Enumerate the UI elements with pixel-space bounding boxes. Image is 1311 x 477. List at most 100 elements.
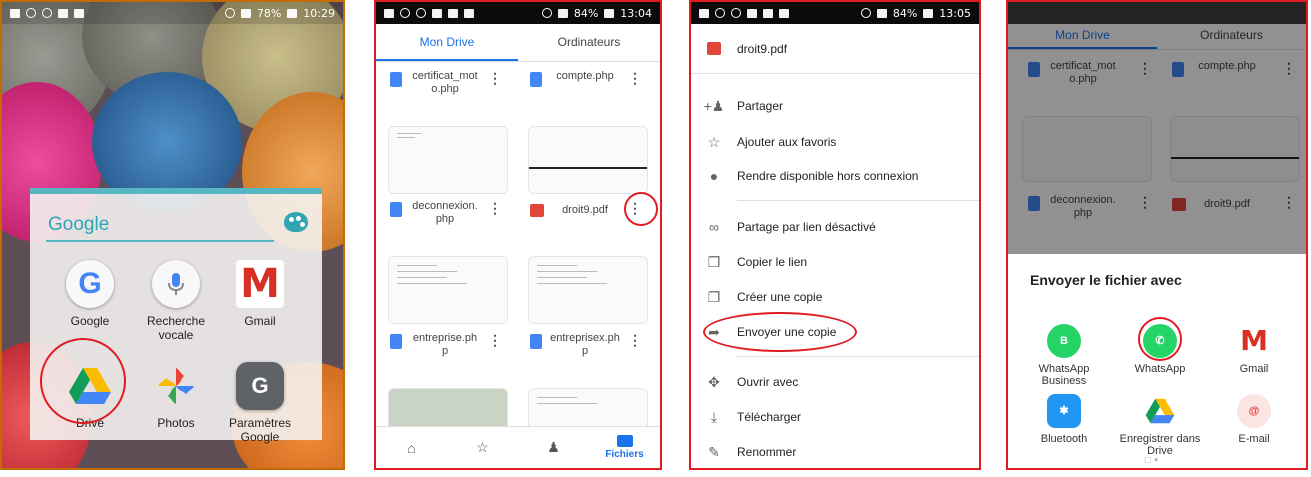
share-target-gmail[interactable]: M Gmail [1212,324,1296,375]
menu-item-partage-lien[interactable]: ∞ Partage par lien désactivé [691,213,979,241]
file-thumbnail[interactable] [528,256,648,324]
app-voice-search[interactable]: Recherche vocale [132,260,220,342]
share-target-whatsapp-business[interactable]: B WhatsApp Business [1022,324,1106,387]
tab-ordinateurs[interactable]: Ordinateurs [518,24,660,61]
google-folder-widget: Google G Google Recherche vocale M Gmail… [30,188,322,444]
share-target-whatsapp[interactable]: ✆ WhatsApp [1118,324,1202,375]
nav-files[interactable]: Fichiers [589,427,660,468]
more-options-icon[interactable]: ⋮ [628,332,642,349]
app-gmail[interactable]: M Gmail [216,260,304,328]
menu-item-hors-connexion[interactable]: ● Rendre disponible hors connexion [691,162,979,190]
share-target-save-drive[interactable]: Enregistrer dans Drive [1118,394,1202,457]
drive-files-panel: 84% 13:04 Mon Drive Ordinateurs certifica… [374,0,662,470]
star-icon: ☆ [707,133,721,150]
person-add-icon: +♟ [703,97,725,114]
menu-divider [737,356,979,357]
file-thumbnail[interactable] [388,126,508,194]
gmail-icon: M [1237,324,1271,358]
selected-file-name: droit9.pdf [737,41,788,56]
status-time: 10:29 [303,6,335,20]
app-google[interactable]: G Google [46,260,134,328]
drive-icon [1143,394,1177,428]
home-screen-panel: 78% 10:29 Google G Google Recherche vocal… [0,0,345,470]
download-icon: ⤓ [710,408,718,425]
more-options-icon[interactable]: ⋮ [488,70,502,87]
more-options-icon[interactable]: ⋮ [628,200,642,217]
app-label: Paramètres Google [228,416,292,444]
share-sheet-panel: Mon Drive Ordinateurs certificat_moto.ph… [1006,0,1308,470]
document-icon [390,334,402,349]
status-bar: 84% 13:05 [691,2,979,24]
pdf-icon [691,42,737,55]
menu-item-favoris[interactable]: ☆ Ajouter aux favoris [691,128,979,156]
document-icon [390,202,402,217]
file-item[interactable]: deconnexion.php ⋮ [382,198,506,242]
app-label: Photos [157,416,195,430]
battery-level: 78% [256,6,282,20]
document-icon [390,72,402,87]
gmail-icon: M [236,260,284,308]
status-time: 13:05 [939,6,971,20]
microphone-icon [152,260,200,308]
folder-title[interactable]: Google [48,214,109,236]
google-g-icon: G [66,260,114,308]
app-label: Gmail [244,314,276,328]
page-indicator: ▢ ● [1144,455,1159,464]
battery-level: 84% [573,6,599,20]
file-item[interactable]: entreprisex.php ⋮ [522,330,646,374]
file-item[interactable]: droit9.pdf ⋮ [522,198,646,242]
folder-icon [616,435,633,447]
scrim-overlay[interactable] [1008,2,1306,254]
drive-tabs: Mon Drive Ordinateurs [376,24,660,62]
photos-pinwheel-icon [152,362,200,410]
whatsapp-icon: ✆ [1143,324,1177,358]
app-photos[interactable]: Photos [132,362,220,430]
menu-item-copier-lien[interactable]: ❐ Copier le lien [691,248,979,276]
nav-files-label: Fichiers [605,449,644,460]
more-options-icon[interactable]: ⋮ [628,70,642,87]
more-options-icon[interactable]: ⋮ [488,200,502,217]
settings-gear-icon: G [236,362,284,410]
menu-item-creer-copie[interactable]: ❐ Créer une copie [691,283,979,311]
app-google-settings[interactable]: G Paramètres Google [216,362,304,444]
tab-mon-drive[interactable]: Mon Drive [376,24,518,61]
folder-title-underline [46,240,274,242]
menu-item-envoyer-copie[interactable]: ➦ Envoyer une copie [691,318,979,346]
drive-icon [66,362,114,410]
bluetooth-icon: ✱ [1047,394,1081,428]
battery-level: 84% [892,6,918,20]
share-target-bluetooth[interactable]: ✱ Bluetooth [1022,394,1106,445]
rename-icon: ✎ [708,443,720,460]
menu-item-ouvrir-avec[interactable]: ✥ Ouvrir avec [691,368,979,396]
app-label: Google [70,314,110,328]
status-time: 13:04 [620,6,652,20]
offline-icon: ● [709,168,719,184]
star-icon[interactable]: ☆ [447,427,518,468]
share-target-email[interactable]: @ E-mail [1212,394,1296,445]
file-thumbnail[interactable] [528,126,648,194]
file-copy-icon: ❐ [707,288,721,305]
menu-item-partager[interactable]: +♟ Partager [691,92,979,120]
file-thumbnail[interactable] [388,256,508,324]
more-options-icon[interactable]: ⋮ [488,332,502,349]
file-item[interactable]: certificat_moto.php ⋮ [382,68,506,112]
document-icon [530,72,542,87]
send-icon: ➦ [708,323,720,340]
app-label: Recherche vocale [146,314,206,342]
app-drive[interactable]: Drive [46,362,134,430]
app-label: Drive [75,416,104,430]
menu-divider [737,200,979,201]
palette-icon[interactable] [284,212,308,232]
menu-item-telecharger[interactable]: ⤓ Télécharger [691,403,979,431]
file-item[interactable]: entreprise.php ⋮ [382,330,506,374]
document-icon [530,334,542,349]
menu-item-renommer[interactable]: ✎ Renommer [691,438,979,466]
shared-people-icon[interactable]: ♟ [518,427,589,468]
selected-file-header: droit9.pdf [691,24,979,74]
home-icon[interactable]: ⌂ [376,427,447,468]
status-bar: 78% 10:29 [2,2,343,24]
pdf-icon [530,204,544,217]
share-sheet-title: Envoyer le fichier avec [1030,272,1182,288]
file-item[interactable]: compte.php ⋮ [522,68,646,112]
share-bottom-sheet: Envoyer le fichier avec B WhatsApp Busin… [1008,254,1306,468]
